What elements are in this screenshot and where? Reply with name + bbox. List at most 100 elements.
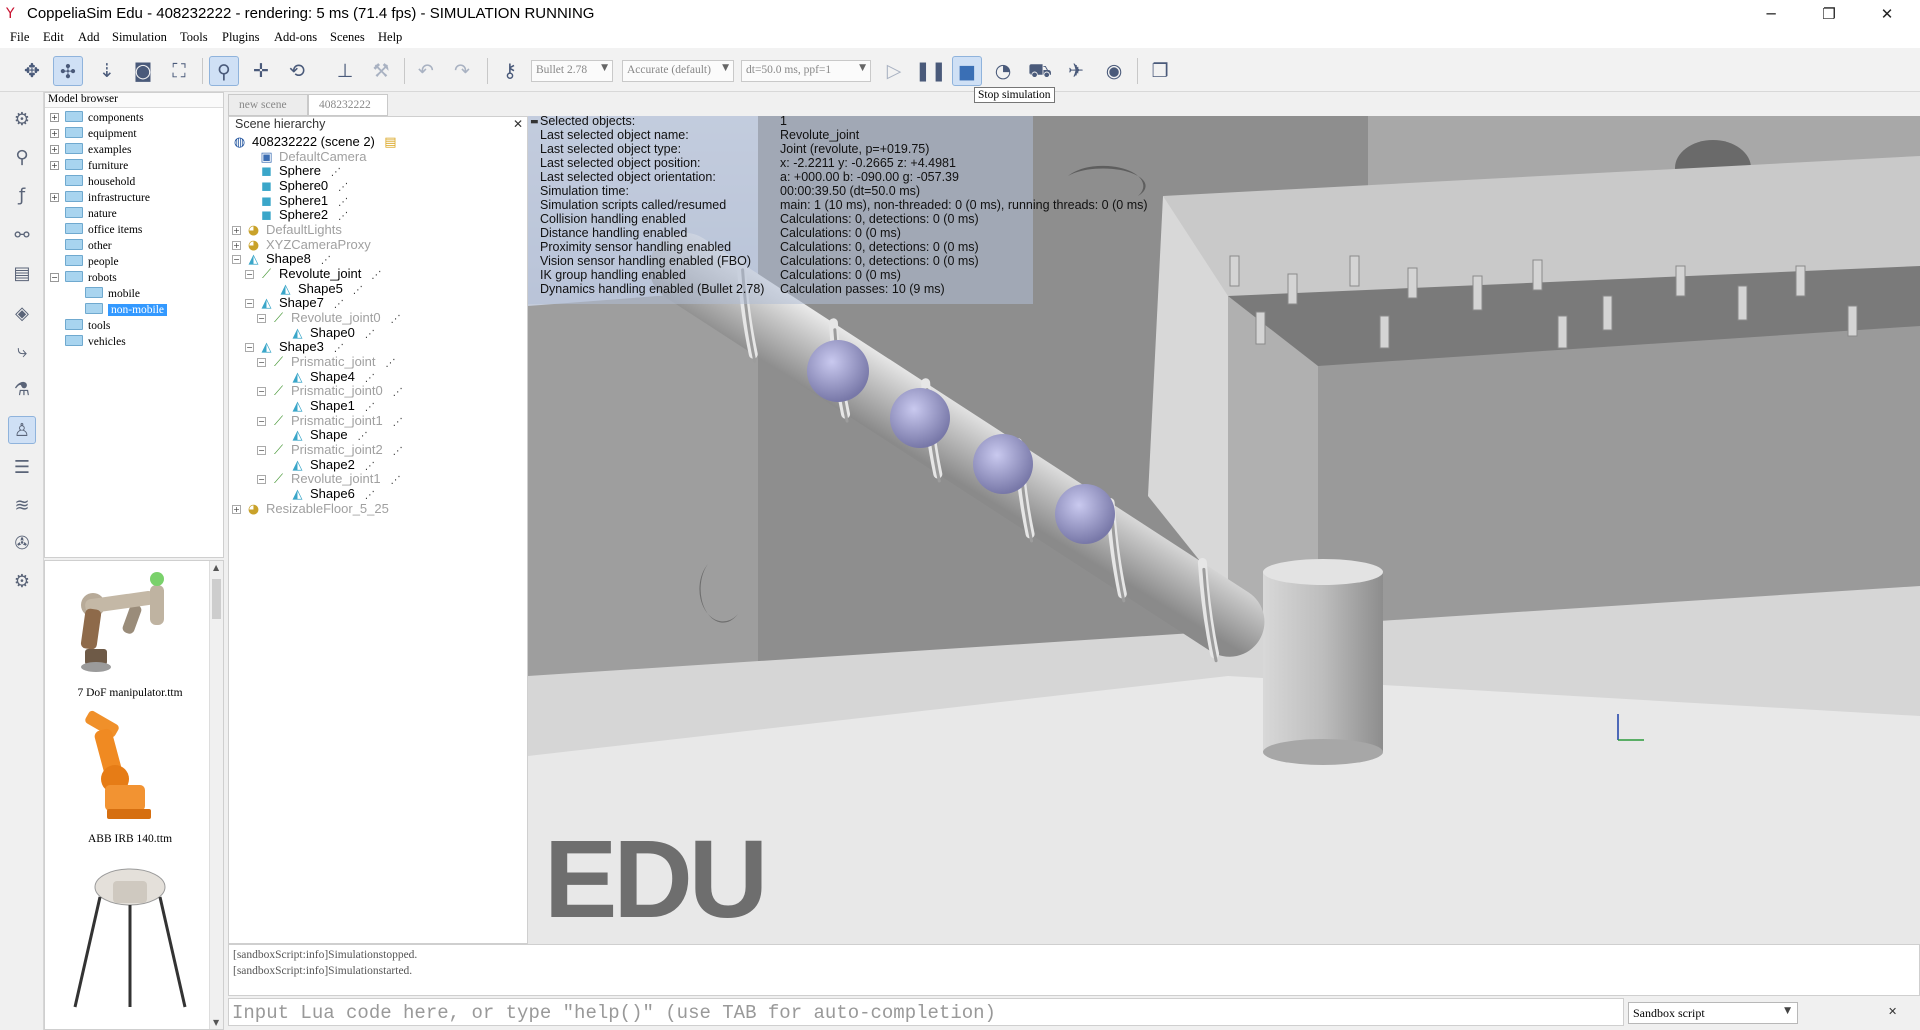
dynamics-toggle-icon[interactable]: ⚷ bbox=[495, 56, 525, 86]
model-browser-icon[interactable]: ♙ bbox=[8, 416, 36, 444]
timestep-select[interactable]: dt=50.0 ms, ppf=1 ▼ bbox=[741, 60, 871, 82]
folder-household[interactable]: household bbox=[65, 174, 135, 190]
thumbnails-scrollbar[interactable]: ▲ ▼ bbox=[209, 561, 223, 1029]
folder-icon bbox=[65, 143, 83, 154]
info-values: 1 Revolute_joint Joint (revolute, p=+019.7… bbox=[780, 116, 1148, 296]
close-icon[interactable]: ✕ bbox=[513, 117, 523, 131]
joint-icon: ⟋ bbox=[273, 311, 284, 326]
scripts-icon[interactable]: ▤ bbox=[8, 260, 36, 288]
model-browser-title: Model browser bbox=[45, 93, 223, 108]
camera-pan-icon[interactable]: ✥ bbox=[17, 56, 47, 86]
collapse-info-icon[interactable]: ▬ bbox=[530, 116, 539, 129]
function-icon[interactable]: ƒ bbox=[8, 182, 36, 210]
folder-tools[interactable]: tools bbox=[65, 318, 110, 334]
path-edit-icon[interactable]: ⤷ bbox=[8, 338, 36, 366]
menu-help[interactable]: Help bbox=[378, 30, 402, 45]
folder-non-mobile[interactable]: non-mobile bbox=[85, 302, 168, 318]
folder-other[interactable]: other bbox=[65, 238, 112, 254]
physics-engine-select[interactable]: Bullet 2.78 ▼ bbox=[531, 60, 613, 82]
console-line: [sandboxScript:info]Simulationstopped. bbox=[233, 949, 418, 961]
camera-shift-icon[interactable]: ⇣ bbox=[92, 56, 122, 86]
user-settings-icon[interactable]: ⚙ bbox=[8, 568, 36, 596]
folder-examples[interactable]: + examples bbox=[50, 142, 131, 158]
collision-icon[interactable]: ⚯ bbox=[8, 222, 36, 250]
menu-simulation[interactable]: Simulation bbox=[112, 30, 167, 45]
video-recorder-icon[interactable]: ✇ bbox=[8, 530, 36, 558]
object-rotate-icon[interactable]: ⟲ bbox=[282, 56, 312, 86]
status-console[interactable]: [sandboxScript:info]Simulationstopped. [… bbox=[228, 944, 1920, 996]
collapse-icon: − bbox=[257, 446, 266, 455]
model-browser: Model browser + components + equipment + ex… bbox=[44, 92, 224, 558]
folder-mobile[interactable]: mobile bbox=[85, 286, 140, 302]
script-selector[interactable]: Sandbox script ▼ bbox=[1628, 1002, 1798, 1024]
restore-button[interactable]: ❐ bbox=[1800, 0, 1858, 28]
camera-rotate-icon[interactable]: ✣ bbox=[53, 56, 83, 86]
undo-icon[interactable]: ↶ bbox=[411, 56, 441, 86]
click-select-icon[interactable]: ⚲ bbox=[209, 56, 239, 86]
menu-file[interactable]: File bbox=[10, 30, 29, 45]
camera-angle-icon[interactable]: ◙ bbox=[128, 56, 158, 86]
transfer-dna-icon[interactable]: ⚒ bbox=[366, 56, 396, 86]
menu-edit[interactable]: Edit bbox=[43, 30, 64, 45]
abb-irb-thumbnail[interactable] bbox=[55, 709, 205, 829]
page-selector-icon[interactable]: ❐ bbox=[1145, 56, 1175, 86]
stop-simulation-icon[interactable]: ■ bbox=[952, 56, 982, 86]
close-window-button[interactable]: ✕ bbox=[1858, 0, 1916, 28]
lua-command-input[interactable]: Input Lua code here, or type "help()" (u… bbox=[228, 998, 1624, 1026]
folder-icon bbox=[65, 127, 83, 138]
scene-hierarchy-title: Scene hierarchy bbox=[235, 117, 326, 131]
menu-scenes[interactable]: Scenes bbox=[330, 30, 365, 45]
real-time-icon[interactable]: ◔ bbox=[988, 56, 1018, 86]
delta-robot-thumbnail[interactable] bbox=[55, 857, 205, 1027]
zoom-icon[interactable]: ⚲ bbox=[8, 144, 36, 172]
node-resizable-floor[interactable]: + ◕ ResizableFloor_5_25 bbox=[232, 500, 389, 518]
folder-equipment[interactable]: + equipment bbox=[50, 126, 137, 142]
console-close-icon[interactable]: ✕ bbox=[1888, 1005, 1897, 1018]
folder-vehicles[interactable]: vehicles bbox=[65, 334, 126, 350]
left-toolbar: ⚙ ⚲ ƒ ⚯ ▤ ◈ ⤷ ⚗ ♙ ☰ ≋ ✇ ⚙ bbox=[0, 92, 44, 1030]
chevron-down-icon: ▼ bbox=[859, 63, 866, 73]
speed-up-icon[interactable]: ✈ bbox=[1061, 56, 1091, 86]
start-simulation-icon[interactable]: ▷ bbox=[879, 56, 909, 86]
child-script-icon: ⋰ bbox=[364, 329, 375, 340]
folder-furniture[interactable]: + furniture bbox=[50, 158, 128, 174]
child-script-icon: ⋰ bbox=[352, 285, 363, 296]
collapse-icon: − bbox=[245, 343, 254, 352]
slow-down-icon[interactable]: ⛟ bbox=[1025, 56, 1055, 86]
shape-edit-icon[interactable]: ◈ bbox=[8, 300, 36, 328]
tab-408232222[interactable]: 408232222 bbox=[308, 94, 388, 116]
menu-plugins[interactable]: Plugins bbox=[222, 30, 260, 45]
tab-new-scene[interactable]: new scene bbox=[228, 94, 308, 116]
console-line: [sandboxScript:info]Simulationstarted. bbox=[233, 965, 413, 977]
folder-people[interactable]: people bbox=[65, 254, 119, 270]
collapse-icon: − bbox=[257, 417, 266, 426]
expand-icon: + bbox=[50, 193, 59, 202]
minimize-button[interactable]: ─ bbox=[1742, 0, 1800, 28]
collapse-icon: − bbox=[50, 273, 59, 282]
pause-simulation-icon[interactable]: ❚❚ bbox=[915, 56, 947, 86]
expand-icon: + bbox=[50, 129, 59, 138]
collapse-icon: − bbox=[245, 270, 254, 279]
child-script-icon: ⋰ bbox=[392, 446, 403, 457]
folder-components[interactable]: + components bbox=[50, 110, 144, 126]
visualization-toggle-icon[interactable]: ◉ bbox=[1099, 56, 1129, 86]
folder-infrastructure[interactable]: + infrastructure bbox=[50, 190, 150, 206]
scene-hierarchy-icon[interactable]: ☰ bbox=[8, 454, 36, 482]
accuracy-select[interactable]: Accurate (default) ▼ bbox=[622, 60, 734, 82]
redo-icon[interactable]: ↷ bbox=[447, 56, 477, 86]
simulation-settings-icon[interactable]: ⚙ bbox=[8, 106, 36, 134]
folder-office-items[interactable]: office items bbox=[65, 222, 142, 238]
assemble-icon[interactable]: ⊥ bbox=[330, 56, 360, 86]
properties-icon[interactable]: ⚗ bbox=[8, 376, 36, 404]
menu-add[interactable]: Add bbox=[78, 30, 100, 45]
folder-robots[interactable]: − robots bbox=[50, 270, 117, 286]
scene-viewport[interactable]: ▬ Selected objects: Last selected object … bbox=[528, 116, 1920, 944]
child-script-icon: ⋰ bbox=[390, 475, 401, 486]
menu-addons[interactable]: Add-ons bbox=[274, 30, 317, 45]
manipulator-thumbnail[interactable] bbox=[55, 565, 205, 685]
folder-nature[interactable]: nature bbox=[65, 206, 117, 222]
object-shift-icon[interactable]: ✛ bbox=[246, 56, 276, 86]
layers-icon[interactable]: ≋ bbox=[8, 492, 36, 520]
fit-to-view-icon[interactable]: ⛶ bbox=[164, 56, 194, 86]
menu-tools[interactable]: Tools bbox=[180, 30, 208, 45]
